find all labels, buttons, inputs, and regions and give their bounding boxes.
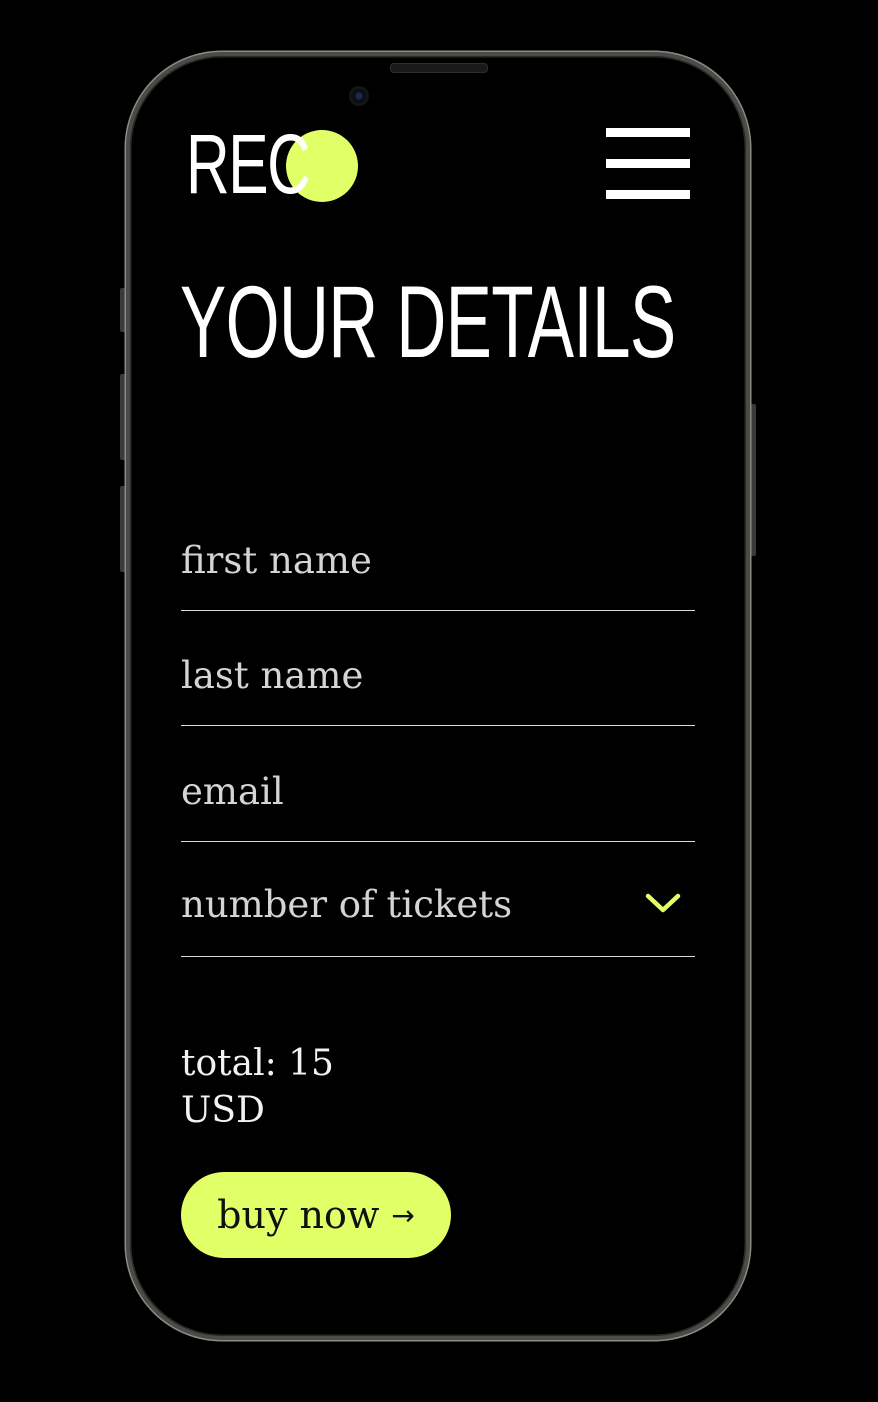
email-input[interactable] (181, 763, 695, 819)
tickets-select[interactable]: number of tickets (181, 842, 695, 957)
front-camera (349, 86, 369, 106)
tickets-select-label: number of tickets (181, 883, 513, 926)
logo[interactable]: REC (186, 114, 311, 214)
earpiece-speaker (390, 63, 488, 73)
buy-now-button[interactable]: buy now → (181, 1172, 451, 1258)
first-name-field-wrapper (181, 496, 695, 611)
arrow-right-icon: → (391, 1198, 415, 1232)
order-total: total: 15 USD (181, 1040, 381, 1134)
total-currency: USD (181, 1090, 265, 1131)
last-name-field-wrapper (181, 611, 695, 726)
hamburger-menu-icon[interactable] (604, 128, 692, 200)
page-title: YOUR DETAILS (180, 265, 676, 379)
last-name-input[interactable] (181, 647, 695, 703)
buy-now-label: buy now (217, 1193, 380, 1237)
power-button (750, 404, 756, 556)
chevron-down-icon (645, 893, 681, 913)
email-field-wrapper (181, 727, 695, 842)
first-name-input[interactable] (181, 532, 695, 588)
total-amount: total: 15 (181, 1043, 334, 1084)
